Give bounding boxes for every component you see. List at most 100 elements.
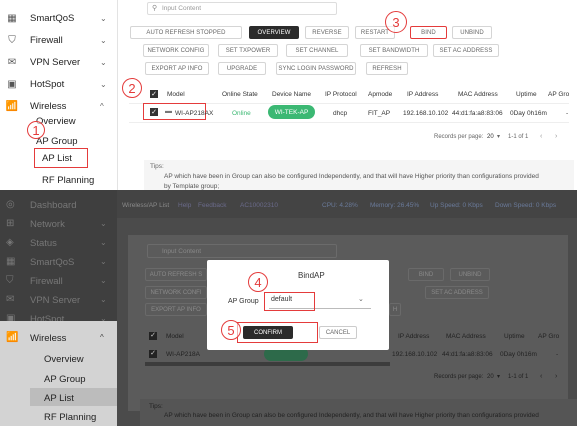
set-ac-address-button[interactable]: SET AC ADDRESS xyxy=(425,286,489,299)
prev-page-icon[interactable]: ‹ xyxy=(540,373,542,380)
set-ac-address-button[interactable]: SET AC ADDRESS xyxy=(433,44,499,57)
hotspot-icon: ▣ xyxy=(7,78,17,90)
sidebar-item-label: Firewall xyxy=(30,34,63,46)
sidebar-item-label: VPN Server xyxy=(30,295,81,306)
pager-label: Records per page: xyxy=(434,134,484,140)
submenu-ap-list[interactable]: AP List xyxy=(44,393,74,404)
prev-page-icon[interactable]: ‹ xyxy=(540,133,542,140)
sidebar-item-status[interactable]: ◈ Status ⌄ xyxy=(0,234,117,253)
search-placeholder: Input Content xyxy=(162,248,202,255)
submenu-overview[interactable]: Overview xyxy=(44,354,84,365)
submenu-rf-planning[interactable]: RF Planning xyxy=(42,175,94,186)
sidebar-item-network[interactable]: ⊞ Network ⌄ xyxy=(0,215,117,234)
sidebar-item-label: Status xyxy=(30,238,57,249)
bind-button[interactable]: BIND xyxy=(408,268,444,281)
header-mac-address: MAC Address xyxy=(446,333,486,340)
cell-uptime: 0Day 0h16m xyxy=(510,110,547,117)
help-link[interactable]: Help xyxy=(178,202,191,209)
step-marker-5: 5 xyxy=(221,320,241,340)
cell-ip-protocol: dhcp xyxy=(333,110,348,117)
overview-button[interactable]: OVERVIEW xyxy=(249,26,299,39)
pager-label: Records per page: xyxy=(434,374,484,380)
cell-mac-address: 44:d1:fa:a8:83:06 xyxy=(452,110,503,117)
shield-icon: ⛉ xyxy=(8,34,16,46)
chevron-down-icon: ⌄ xyxy=(100,219,107,228)
unbind-button[interactable]: UNBIND xyxy=(452,26,492,39)
chevron-up-icon: ^ xyxy=(100,333,104,342)
submenu-ap-group[interactable]: AP Group xyxy=(36,136,78,147)
pager-range: 1-1 of 1 xyxy=(508,374,529,380)
device-name-badge[interactable]: WI-TEK-AP xyxy=(268,105,315,119)
next-page-icon[interactable]: › xyxy=(555,133,557,140)
auto-refresh-button[interactable]: AUTO REFRESH STOPPED xyxy=(130,26,242,39)
reverse-button[interactable]: REVERSE xyxy=(305,26,349,39)
sync-login-password-button[interactable]: SYNC LOGIN PASSWORD xyxy=(276,62,356,75)
chevron-up-icon: ^ xyxy=(100,101,104,111)
dialog-title: BindAP xyxy=(298,271,325,280)
sidebar-item-smartqos[interactable]: ▦ SmartQoS ⌄ xyxy=(0,7,117,29)
tips-text: AP which have been in Group can also be … xyxy=(164,412,539,419)
set-channel-button[interactable]: SET CHANNEL xyxy=(286,44,348,57)
memory-status: Memory: 26.45% xyxy=(370,202,420,209)
export-ap-info-button[interactable]: EXPORT AP INFO xyxy=(145,62,209,75)
header-uptime: Uptime xyxy=(504,333,525,340)
pager-count-select[interactable]: 20 xyxy=(487,374,494,380)
search-input[interactable]: ⚲ Input Content xyxy=(147,2,337,15)
shield-icon: ⛉ xyxy=(6,275,14,286)
cell-mac-address: 44:d1:fa:a8:83:06 xyxy=(442,351,493,358)
tips-title: Tips: xyxy=(150,163,164,170)
sidebar-item-label: SmartQoS xyxy=(30,257,75,268)
up-speed: Up Speed: 0 Kbps xyxy=(430,202,483,209)
network-config-button[interactable]: NETWORK CONFI xyxy=(145,286,207,299)
set-txpower-button[interactable]: SET TXPOWER xyxy=(218,44,278,57)
cell-uptime: 0Day 0h16m xyxy=(500,351,537,358)
auto-refresh-button[interactable]: AUTO REFRESH S xyxy=(145,268,207,281)
chevron-down-icon: ⌄ xyxy=(100,57,107,67)
network-config-button[interactable]: NETWORK CONFIG xyxy=(143,44,209,57)
feedback-link[interactable]: Feedback xyxy=(198,202,227,209)
pager-count-select[interactable]: 20 xyxy=(487,134,494,140)
sidebar-item-vpn-server[interactable]: ✉ VPN Server ⌄ xyxy=(0,291,117,310)
mail-icon: ✉ xyxy=(6,294,15,305)
upgrade-button[interactable]: UPGRADE xyxy=(218,62,266,75)
header-online-state: Online State xyxy=(222,91,258,98)
divider xyxy=(117,0,118,190)
scrollbar[interactable] xyxy=(145,362,390,366)
refresh-button[interactable]: REFRESH xyxy=(366,62,408,75)
cancel-button[interactable]: CANCEL xyxy=(319,326,357,339)
mail-icon: ✉ xyxy=(7,56,17,68)
header-mac-address: MAC Address xyxy=(458,91,498,98)
chevron-down-icon: ⌄ xyxy=(100,238,107,247)
header-ip-address: IP Address xyxy=(398,333,430,340)
sidebar-item-wireless[interactable]: 📶 Wireless ^ xyxy=(0,95,117,117)
tips-title: Tips: xyxy=(149,403,163,410)
cell-model: WI-AP218A xyxy=(166,351,200,358)
refresh-button[interactable]: H xyxy=(389,303,401,316)
header-ap-group: AP Gro xyxy=(548,91,570,98)
search-input[interactable]: Input Content xyxy=(147,244,337,258)
sidebar-item-hotspot[interactable]: ▣ HotSpot ⌄ xyxy=(0,73,117,95)
sidebar-item-label: Firewall xyxy=(30,276,63,287)
select-all-checkbox[interactable]: ✓ xyxy=(149,332,157,340)
sidebar-item-label: SmartQoS xyxy=(30,12,75,24)
submenu-ap-list[interactable]: AP List xyxy=(42,153,72,164)
sidebar-item-firewall[interactable]: ⛉ Firewall ⌄ xyxy=(0,272,117,291)
next-page-icon[interactable]: › xyxy=(555,373,557,380)
row-checkbox[interactable]: ✓ xyxy=(150,108,158,116)
sidebar-item-wireless[interactable]: 📶 Wireless ^ xyxy=(0,329,117,348)
unbind-button[interactable]: UNBIND xyxy=(450,268,490,281)
sidebar-item-vpn-server[interactable]: ✉ VPN Server ⌄ xyxy=(0,51,117,73)
row-checkbox[interactable]: ✓ xyxy=(149,350,157,358)
bind-button[interactable]: BIND xyxy=(410,26,447,39)
sidebar-item-firewall[interactable]: ⛉ Firewall ⌄ xyxy=(0,29,117,51)
ap-group-label: AP Group xyxy=(228,298,259,305)
sidebar-item-smartqos[interactable]: ▦ SmartQoS ⌄ xyxy=(0,253,117,272)
select-all-checkbox[interactable]: ✓ xyxy=(150,90,158,98)
export-ap-info-button[interactable]: EXPORT AP INFO xyxy=(145,303,207,316)
header-ap-group: AP Gro xyxy=(538,333,560,340)
step-marker-4: 4 xyxy=(248,272,268,292)
submenu-ap-group[interactable]: AP Group xyxy=(44,374,86,385)
submenu-rf-planning[interactable]: RF Planning xyxy=(44,412,96,423)
set-bandwidth-button[interactable]: SET BANDWIDTH xyxy=(360,44,428,57)
sidebar-item-dashboard[interactable]: ◎ Dashboard xyxy=(0,196,117,215)
